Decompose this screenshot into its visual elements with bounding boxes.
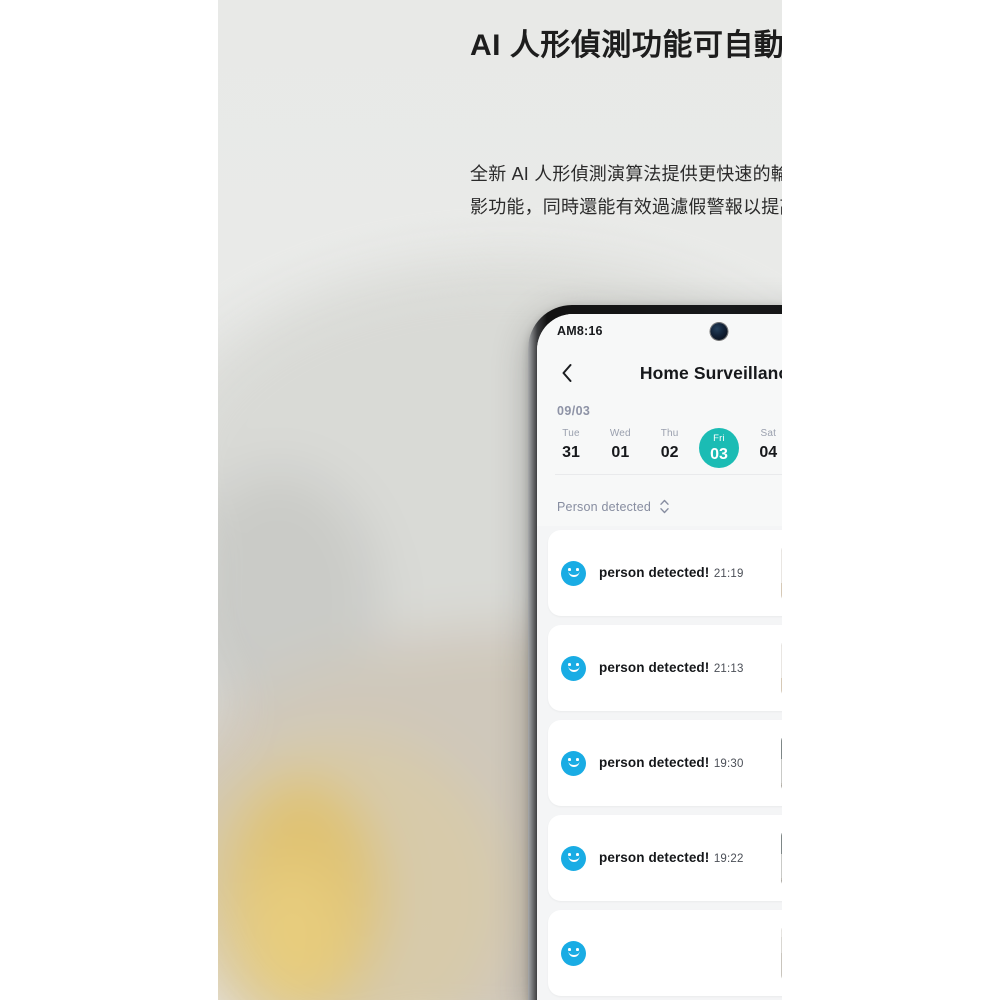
event-title: person detected! (599, 755, 710, 770)
left-margin (0, 0, 218, 1000)
phone-mockup: AM8:16 Home Surveillan 09/03 Tue 31 Wed … (528, 305, 782, 1000)
day-item-sat-04[interactable]: Sat 04 (748, 428, 782, 468)
day-weekday: Tue (562, 428, 580, 439)
event-card[interactable]: person detected! 19:22 (548, 815, 782, 901)
page-title: AI 人形偵測功能可自動追蹤並錄影 (470, 29, 782, 62)
smiley-face-icon (561, 750, 586, 776)
event-time: 21:13 (713, 663, 744, 675)
event-card[interactable]: person detected! 21:19 (548, 530, 782, 616)
smiley-face-icon (561, 560, 586, 586)
status-bar-time: AM8:16 (557, 324, 603, 338)
event-text: person detected! 19:22 (586, 849, 781, 867)
day-weekday: Wed (609, 428, 631, 439)
right-margin (782, 0, 1000, 1000)
divider (555, 474, 782, 475)
day-item-fri-03-selected[interactable]: Fri 03 (698, 428, 739, 468)
month-label: 09/03 (557, 404, 591, 418)
event-list[interactable]: person detected! 21:19 person detected! … (537, 526, 782, 1000)
event-title: person detected! (599, 565, 710, 580)
day-selector[interactable]: Tue 31 Wed 01 Thu 02 Fri 03 Sat 04 (537, 428, 782, 468)
event-time: 19:22 (713, 853, 744, 865)
app-bar: Home Surveillance (537, 348, 782, 398)
event-time: 19:30 (713, 758, 744, 770)
day-number: 01 (611, 444, 630, 461)
back-button[interactable] (554, 360, 580, 386)
event-text: person detected! 21:13 (586, 659, 781, 677)
filter-row[interactable]: Person detected (537, 485, 782, 526)
promo-panel: AI 人形偵測功能可自動追蹤並錄影 全新 AI 人形偵測演算法提供更快速的輪廓偵… (218, 0, 782, 1000)
phone-screen: AM8:16 Home Surveillan 09/03 Tue 31 Wed … (537, 314, 782, 1000)
day-weekday: Thu (660, 428, 679, 439)
status-bar: AM8:16 (537, 314, 782, 348)
day-number: 04 (759, 444, 778, 461)
day-item-thu-02[interactable]: Thu 02 (650, 428, 690, 468)
event-card[interactable]: person detected! 19:30 (548, 720, 782, 806)
page-description: 全新 AI 人形偵測演算法提供更快速的輪廓偵測、自動追蹤與錄影功能，同時還能有效… (470, 164, 782, 217)
chevron-up-down-icon[interactable] (659, 499, 670, 514)
event-title: person detected! (599, 660, 710, 675)
front-camera-icon (710, 323, 728, 340)
event-text: person detected! 21:19 (586, 564, 781, 582)
day-number: 02 (660, 444, 679, 461)
smiley-face-icon (561, 940, 586, 966)
day-weekday: Fri (713, 433, 725, 444)
event-card[interactable]: person detected! 21:13 (548, 625, 782, 711)
day-number: 03 (710, 446, 728, 463)
day-item-tue-31[interactable]: Tue 31 (551, 428, 591, 468)
event-card[interactable] (548, 910, 782, 996)
event-text: person detected! 19:30 (586, 754, 781, 772)
filter-label: Person detected (557, 499, 652, 514)
event-title: person detected! (599, 850, 710, 865)
day-number: 31 (562, 444, 580, 461)
event-time: 21:19 (713, 568, 744, 580)
day-item-wed-01[interactable]: Wed 01 (600, 428, 640, 468)
smiley-face-icon (561, 845, 586, 871)
page-title-app: Home Surveillance (639, 362, 782, 383)
chevron-left-icon (562, 364, 572, 382)
date-strip: 09/03 Tue 31 Wed 01 Thu 02 Fri 03 Sat 04 (537, 398, 782, 485)
smiley-face-icon (561, 655, 586, 681)
day-weekday: Sat (760, 428, 777, 439)
page-root: AI 人形偵測功能可自動追蹤並錄影 全新 AI 人形偵測演算法提供更快速的輪廓偵… (0, 0, 1000, 1000)
